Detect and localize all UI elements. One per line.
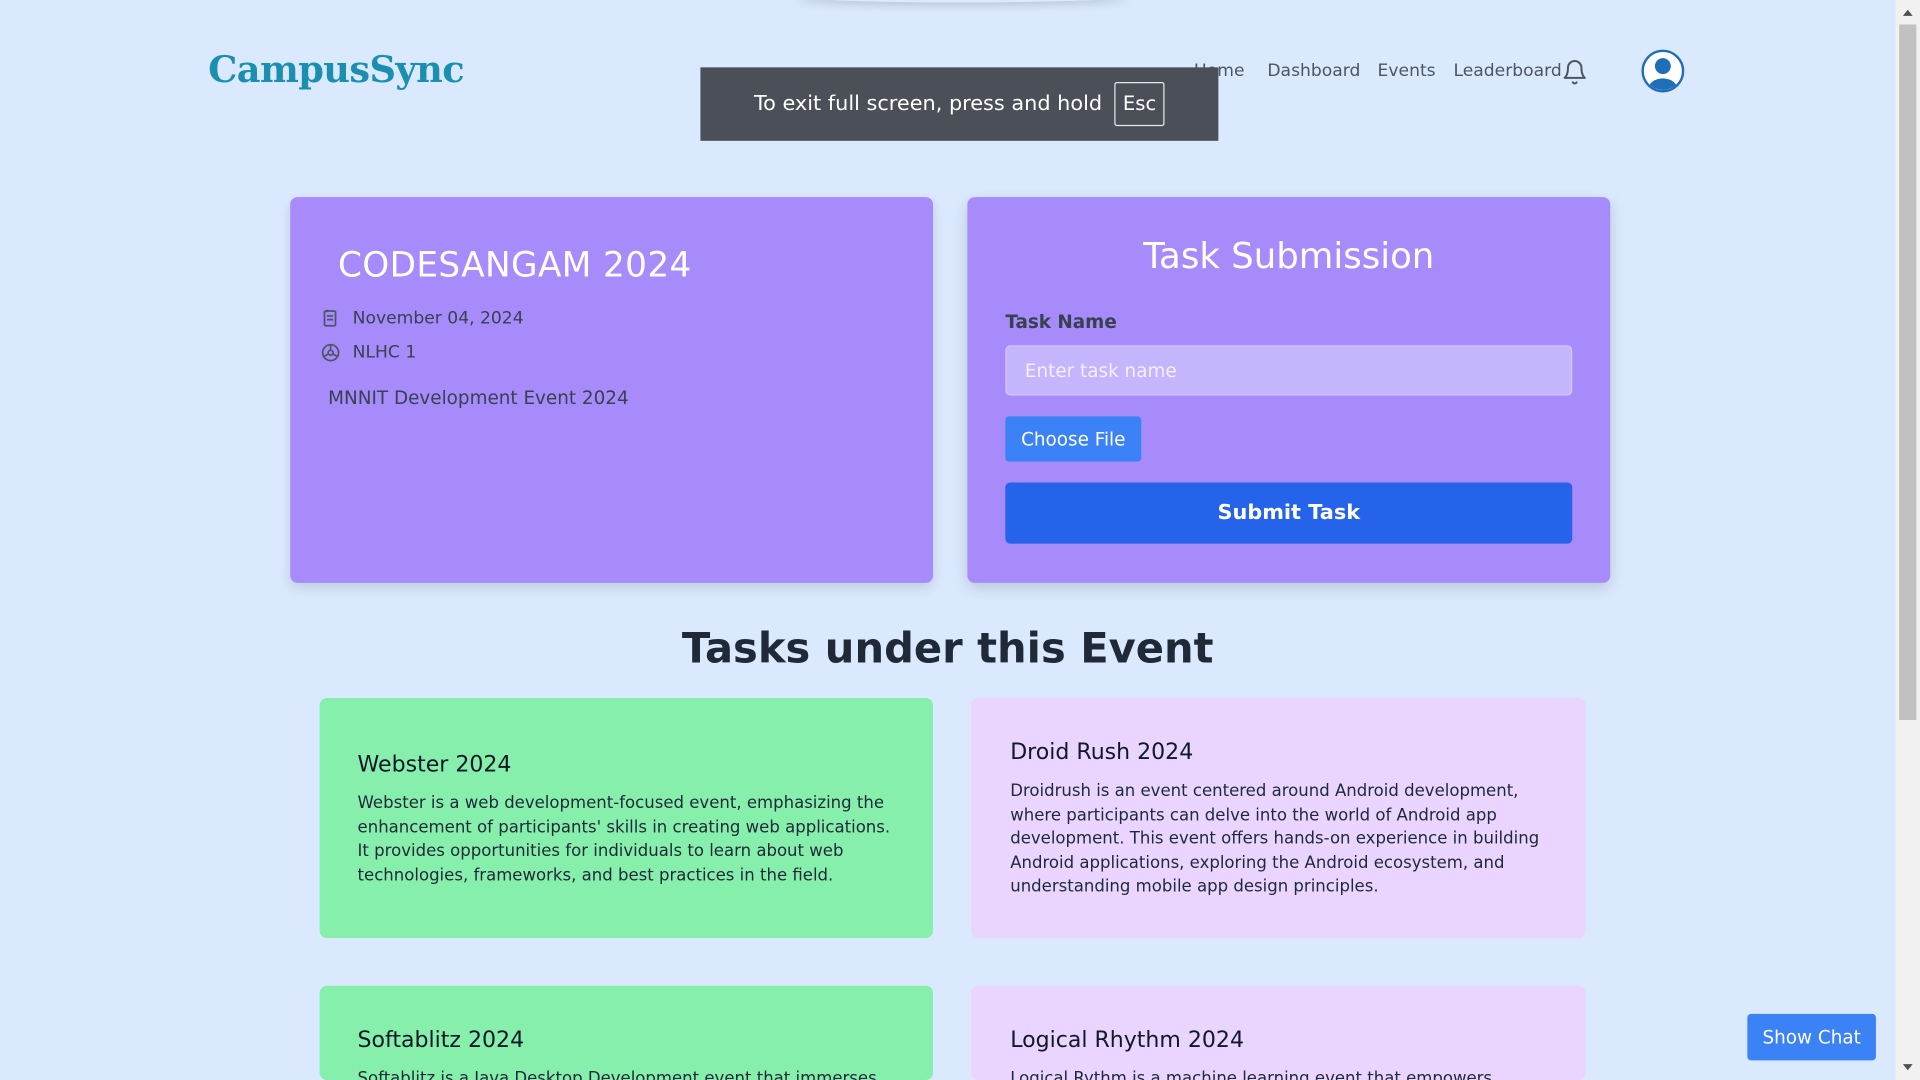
fullscreen-notice-text: To exit full screen, press and hold [753, 91, 1103, 117]
event-venue: NLHC 1 [352, 342, 417, 363]
task-name-label: Task Name [1005, 311, 1117, 334]
nav-events[interactable]: Events [1378, 61, 1436, 85]
scrollbar-thumb[interactable] [1899, 24, 1917, 721]
task-card-softablitz[interactable]: Softablitz 2024 Softablitz is a Java Des… [319, 985, 934, 1080]
esc-key-badge: Esc [1114, 82, 1165, 127]
task-title: Webster 2024 [357, 751, 512, 778]
task-description: Logical Rythm is a machine learning even… [1010, 1068, 1493, 1080]
submit-task-button[interactable]: Submit Task [1005, 482, 1573, 544]
task-description: Droidrush is an event centered around An… [1010, 781, 1540, 897]
event-description: MNNIT Development Event 2024 [328, 386, 629, 409]
task-card-webster[interactable]: Webster 2024 Webster is a web developmen… [319, 697, 934, 938]
bell-icon[interactable] [1561, 59, 1588, 86]
task-card-droid-rush[interactable]: Droid Rush 2024 Droidrush is an event ce… [971, 697, 1586, 938]
task-description: Webster is a web development-focused eve… [357, 793, 891, 886]
scroll-down-arrow-icon[interactable] [1896, 1058, 1920, 1078]
task-description: Softablitz is a Java Desktop Development… [357, 1068, 877, 1080]
event-date: November 04, 2024 [352, 308, 524, 329]
task-name-input[interactable] [1005, 345, 1573, 396]
fullscreen-exit-notice: To exit full screen, press and hold Esc [700, 67, 1219, 141]
task-card-logical-rhythm[interactable]: Logical Rhythm 2024 Logical Rythm is a m… [971, 985, 1586, 1080]
show-chat-button[interactable]: Show Chat [1747, 1013, 1876, 1061]
calendar-icon [321, 309, 341, 329]
brand-logo[interactable]: CampusSync [208, 49, 464, 92]
user-avatar-icon[interactable] [1641, 49, 1685, 93]
nav-leaderboard[interactable]: Leaderboard [1453, 61, 1561, 85]
nav-dashboard[interactable]: Dashboard [1267, 61, 1360, 85]
task-title: Softablitz 2024 [357, 1027, 525, 1054]
event-title: CODESANGAM 2024 [337, 244, 692, 286]
top-shadow [795, 0, 1127, 3]
task-title: Logical Rhythm 2024 [1010, 1027, 1244, 1054]
choose-file-button[interactable]: Choose File [1005, 416, 1142, 462]
location-icon [321, 343, 341, 363]
scroll-up-arrow-icon[interactable] [1896, 2, 1920, 22]
task-title: Droid Rush 2024 [1010, 739, 1194, 766]
task-submission-title: Task Submission [1143, 235, 1435, 277]
tasks-section-heading: Tasks under this Event [681, 624, 1214, 674]
